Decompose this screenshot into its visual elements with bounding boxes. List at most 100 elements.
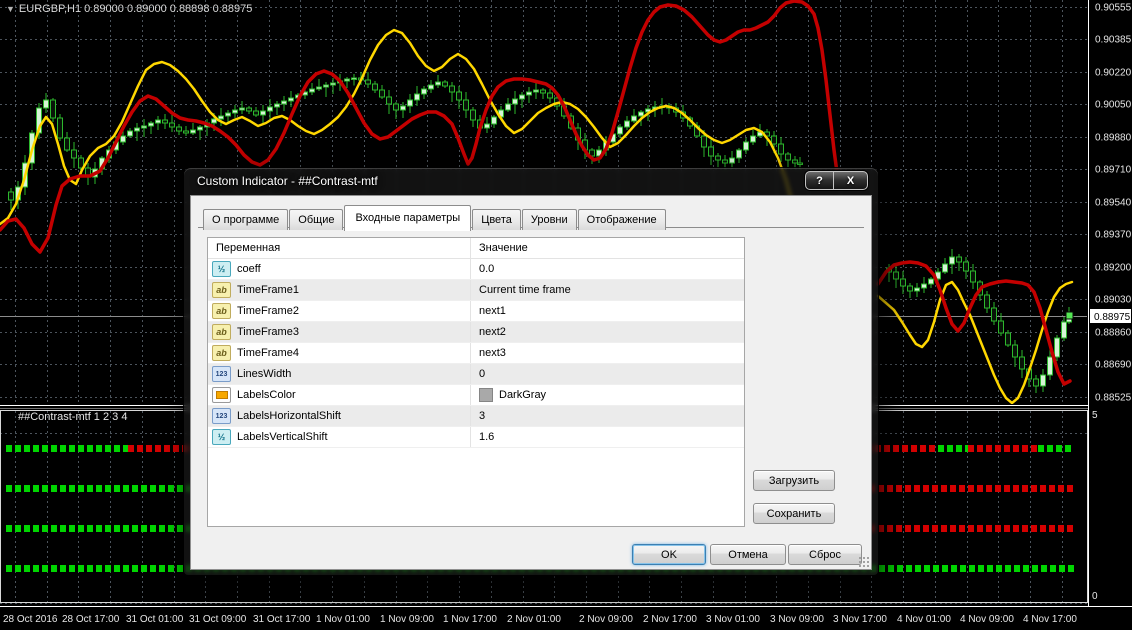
column-header-value: Значение	[479, 242, 528, 254]
load-button[interactable]: Загрузить	[753, 470, 835, 491]
param-value-cell[interactable]: next3	[471, 343, 744, 363]
table-header: Переменная Значение	[208, 238, 744, 259]
param-value-cell[interactable]: 1.6	[471, 427, 744, 447]
resize-grip[interactable]	[858, 556, 869, 567]
titlebar-buttons: ? X	[805, 171, 868, 190]
param-type-fraction-icon: ½	[212, 261, 231, 277]
svg-text:0.90050: 0.90050	[1095, 100, 1132, 111]
tab-common[interactable]: Общие	[289, 209, 344, 230]
subwindow-indicator-label: ##Contrast-mtf 1 2 3 4	[18, 411, 128, 423]
param-type-number-icon: 123	[212, 408, 231, 424]
svg-text:31 Oct 01:00: 31 Oct 01:00	[126, 614, 184, 625]
svg-text:2 Nov 17:00: 2 Nov 17:00	[643, 614, 697, 625]
param-value-cell[interactable]: 0	[471, 364, 744, 384]
param-name-cell: ab TimeFrame1	[208, 280, 471, 300]
tab-display[interactable]: Отображение	[577, 209, 666, 230]
symbol-title: EURGBP,H1 0.89000 0.89000 0.88898 0.8897…	[18, 3, 253, 15]
param-row-LabelsColor[interactable]: LabelsColor DarkGray	[208, 385, 744, 406]
param-value: 3	[479, 410, 486, 422]
svg-text:0.90555: 0.90555	[1095, 3, 1132, 14]
close-button[interactable]: X	[833, 172, 867, 189]
param-row-TimeFrame3[interactable]: ab TimeFrame3 next2	[208, 322, 744, 343]
svg-text:2 Nov 09:00: 2 Nov 09:00	[579, 614, 633, 625]
param-name-cell: LabelsColor	[208, 385, 471, 405]
param-value-cell[interactable]: next2	[471, 322, 744, 342]
tab-inputs[interactable]: Входные параметры	[344, 205, 472, 231]
table-rows: ½ coeff 0.0 ab TimeFrame1 Current time frame a…	[208, 259, 744, 448]
svg-text:0.89540: 0.89540	[1095, 198, 1132, 209]
param-name-cell: ab TimeFrame3	[208, 322, 471, 342]
param-name-cell: ½ coeff	[208, 259, 471, 279]
param-row-LabelsVerticalShift[interactable]: ½ LabelsVerticalShift 1.6	[208, 427, 744, 448]
param-name: TimeFrame4	[237, 347, 299, 359]
param-value: next3	[479, 347, 506, 359]
svg-text:0.88860: 0.88860	[1095, 328, 1132, 339]
param-name: LabelsHorizontalShift	[237, 410, 341, 422]
svg-text:28 Oct 2016: 28 Oct 2016	[3, 614, 58, 625]
chart-dropdown-icon[interactable]: ▼	[6, 4, 15, 14]
tab-bar: О программе Общие Входные параметры Цвета Ур…	[203, 204, 667, 231]
param-value-cell[interactable]: 3	[471, 406, 744, 426]
param-name: TimeFrame2	[237, 305, 299, 317]
help-button[interactable]: ?	[806, 172, 833, 189]
param-value-cell[interactable]: 0.0	[471, 259, 744, 279]
column-header-variable: Переменная	[208, 238, 471, 258]
svg-text:1 Nov 09:00: 1 Nov 09:00	[380, 614, 434, 625]
param-name-cell: ab TimeFrame2	[208, 301, 471, 321]
dialog-titlebar[interactable]: Custom Indicator - ##Contrast-mtf ? X	[184, 168, 878, 195]
tab-about[interactable]: О программе	[203, 209, 289, 230]
param-row-LabelsHorizontalShift[interactable]: 123 LabelsHorizontalShift 3	[208, 406, 744, 427]
param-row-TimeFrame1[interactable]: ab TimeFrame1 Current time frame	[208, 280, 744, 301]
param-type-text-icon: ab	[212, 282, 231, 298]
param-row-TimeFrame2[interactable]: ab TimeFrame2 next1	[208, 301, 744, 322]
param-value-cell[interactable]: next1	[471, 301, 744, 321]
svg-text:4 Nov 01:00: 4 Nov 01:00	[897, 614, 951, 625]
param-value: DarkGray	[499, 389, 547, 401]
svg-text:3 Nov 01:00: 3 Nov 01:00	[706, 614, 760, 625]
svg-text:31 Oct 09:00: 31 Oct 09:00	[189, 614, 247, 625]
subwindow-scale-top: 5	[1092, 410, 1098, 421]
svg-text:0.88525: 0.88525	[1095, 393, 1132, 404]
save-button[interactable]: Сохранить	[753, 503, 835, 524]
svg-text:1 Nov 17:00: 1 Nov 17:00	[443, 614, 497, 625]
reset-button[interactable]: Сброс	[788, 544, 862, 565]
param-value: next2	[479, 326, 506, 338]
svg-text:28 Oct 17:00: 28 Oct 17:00	[62, 614, 120, 625]
dialog-body: О программе Общие Входные параметры Цвета Ур…	[190, 195, 872, 570]
param-name-cell: 123 LinesWidth	[208, 364, 471, 384]
param-name: TimeFrame3	[237, 326, 299, 338]
svg-text:4 Nov 17:00: 4 Nov 17:00	[1023, 614, 1077, 625]
param-name: LabelsVerticalShift	[237, 431, 328, 443]
param-row-LinesWidth[interactable]: 123 LinesWidth 0	[208, 364, 744, 385]
mt4-window: 0.90555 0.90385 0.90220 0.90050 0.89880 0.897…	[0, 0, 1132, 630]
tab-levels[interactable]: Уровни	[521, 209, 577, 230]
param-type-color-icon	[212, 387, 231, 403]
ok-button[interactable]: OK	[632, 544, 706, 565]
param-value: Current time frame	[479, 284, 571, 296]
param-value-cell[interactable]: Current time frame	[471, 280, 744, 300]
param-value-cell[interactable]: DarkGray	[471, 385, 744, 405]
svg-text:0.89370: 0.89370	[1095, 230, 1132, 241]
param-value: next1	[479, 305, 506, 317]
cancel-button[interactable]: Отмена	[710, 544, 786, 565]
svg-text:0.90220: 0.90220	[1095, 68, 1132, 79]
param-type-text-icon: ab	[212, 324, 231, 340]
param-type-fraction-icon: ½	[212, 429, 231, 445]
close-icon: X	[846, 174, 855, 187]
svg-text:3 Nov 17:00: 3 Nov 17:00	[833, 614, 887, 625]
symbol-ohlc-line: ▼ EURGBP,H1 0.89000 0.89000 0.88898 0.889…	[6, 3, 252, 15]
param-row-TimeFrame4[interactable]: ab TimeFrame4 next3	[208, 343, 744, 364]
tab-colors[interactable]: Цвета	[472, 209, 521, 230]
param-type-number-icon: 123	[212, 366, 231, 382]
svg-text:1 Nov 01:00: 1 Nov 01:00	[316, 614, 370, 625]
svg-text:0.90385: 0.90385	[1095, 35, 1132, 46]
param-value: 1.6	[479, 431, 495, 443]
custom-indicator-dialog: Custom Indicator - ##Contrast-mtf ? X О …	[184, 168, 878, 575]
dialog-title: Custom Indicator - ##Contrast-mtf	[197, 174, 378, 188]
svg-text:0.88690: 0.88690	[1095, 360, 1132, 371]
param-type-text-icon: ab	[212, 303, 231, 319]
param-row-coeff[interactable]: ½ coeff 0.0	[208, 259, 744, 280]
svg-text:0.89880: 0.89880	[1095, 133, 1132, 144]
time-axis-labels: 28 Oct 2016 28 Oct 17:00 31 Oct 01:00 31 Oc…	[3, 614, 1077, 625]
svg-text:31 Oct 17:00: 31 Oct 17:00	[253, 614, 311, 625]
